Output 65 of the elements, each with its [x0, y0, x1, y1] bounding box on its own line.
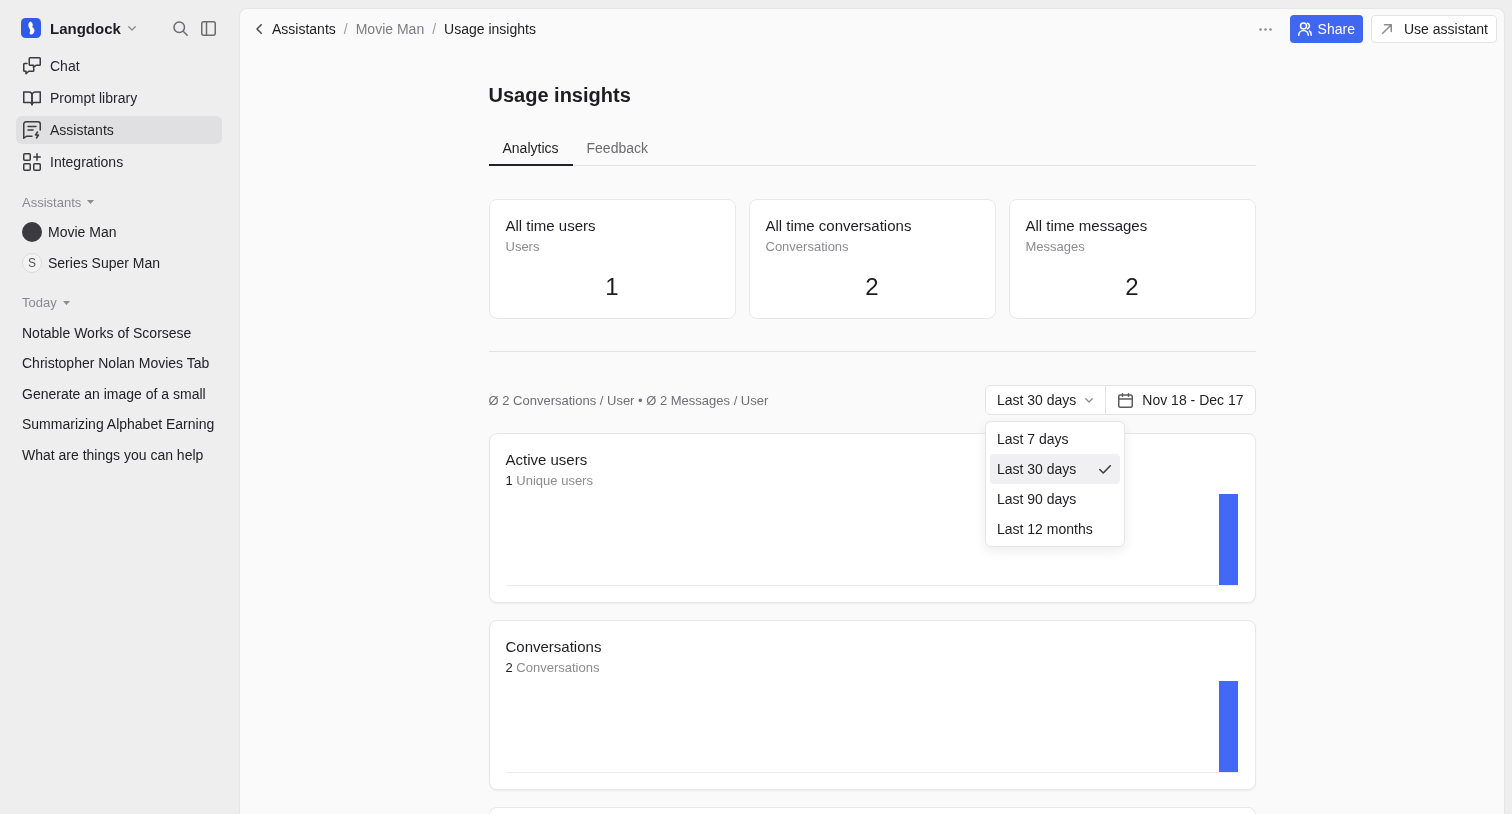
dropdown-option[interactable]: Last 30 days	[989, 454, 1120, 484]
letter-avatar: S	[22, 252, 42, 273]
nav-item[interactable]: Integrations	[16, 148, 222, 176]
users-icon	[1297, 22, 1312, 36]
chevron-down-icon	[127, 25, 136, 31]
chat-history-item[interactable]: Notable Works of Scorsese	[16, 318, 222, 347]
chat-bubbles-icon	[23, 57, 41, 75]
stat-subtitle: Messages	[1025, 238, 1086, 256]
nav-item[interactable]: Prompt library	[16, 84, 222, 112]
breadcrumb-link[interactable]: Usage insights	[444, 21, 536, 37]
sidebar-toggle-button[interactable]	[201, 20, 216, 36]
breadcrumb-separator: /	[432, 21, 437, 37]
breadcrumb-link[interactable]: Movie Man	[355, 21, 425, 37]
message-bolt-icon	[23, 121, 41, 139]
chat-history-item[interactable]: Summarizing Alphabet Earning	[16, 410, 222, 438]
nav-item[interactable]: Assistants	[16, 116, 222, 144]
stat-title: All time users	[505, 216, 597, 236]
breadcrumb-separator: /	[343, 21, 348, 37]
check-icon	[1098, 464, 1111, 474]
stat-title: All time conversations	[765, 216, 913, 236]
nav-item[interactable]: Chat	[16, 52, 222, 80]
more-icon	[1259, 27, 1273, 31]
use-assistant-button[interactable]: Use assistant	[1370, 15, 1497, 43]
arrow-up-right-icon	[1381, 24, 1392, 34]
dropdown-option[interactable]: Last 90 days	[989, 484, 1120, 514]
dropdown-option[interactable]: Last 12 months	[989, 514, 1120, 544]
avatar-photo-placeholder	[22, 222, 42, 242]
dropdown-option[interactable]: Last 7 days	[989, 424, 1120, 454]
range-select[interactable]: Last 30 days	[985, 386, 1107, 414]
grid-plus-icon	[23, 153, 41, 171]
caret-icon	[62, 300, 70, 305]
caret-icon	[87, 200, 95, 204]
usage-summary: Ø 2 Conversations / User • Ø 2 Messages / User	[488, 392, 769, 408]
chat-history-item[interactable]: Generate an image of a small	[16, 379, 222, 408]
stat-value: 2	[1124, 272, 1140, 302]
assistant-item[interactable]: S Series Super Man	[16, 248, 222, 277]
stat-value: 2	[864, 272, 880, 302]
tab[interactable]: Feedback	[572, 132, 662, 166]
chat-history-item[interactable]: What are things you can help	[16, 440, 222, 469]
date-range-button[interactable]: Nov 18 - Dec 17	[1106, 386, 1255, 414]
chevron-down-icon	[1085, 397, 1094, 403]
chart-subtitle: 2 Conversations	[505, 659, 600, 677]
stat-subtitle: Users	[505, 238, 541, 256]
chart-title: Active users	[505, 450, 588, 470]
tab[interactable]: Analytics	[488, 132, 573, 166]
stat-title: All time messages	[1025, 216, 1149, 236]
workspace-switcher[interactable]: Langdock	[21, 15, 136, 41]
assistant-name: Series Super Man	[48, 254, 161, 271]
stat-subtitle: Conversations	[765, 238, 850, 256]
stat-value: 1	[604, 272, 620, 302]
sidebar-panel-icon	[201, 20, 216, 36]
search-icon	[173, 20, 188, 36]
assistant-item[interactable]: Movie Man	[16, 218, 222, 246]
logo-icon	[21, 18, 41, 38]
calendar-icon	[1118, 392, 1134, 408]
book-icon	[23, 89, 41, 107]
share-button[interactable]: Share	[1289, 15, 1363, 43]
chart-title: Conversations	[505, 637, 602, 657]
assistant-name: Movie Man	[48, 224, 117, 240]
breadcrumb-link[interactable]: Assistants	[272, 21, 336, 37]
chart-subtitle: 1 Unique users	[505, 472, 593, 490]
search-button[interactable]	[173, 20, 188, 36]
chat-history-item[interactable]: Christopher Nolan Movies Tab	[16, 349, 222, 377]
chevron-left-icon	[256, 24, 262, 34]
page-title: Usage insights	[488, 83, 632, 107]
